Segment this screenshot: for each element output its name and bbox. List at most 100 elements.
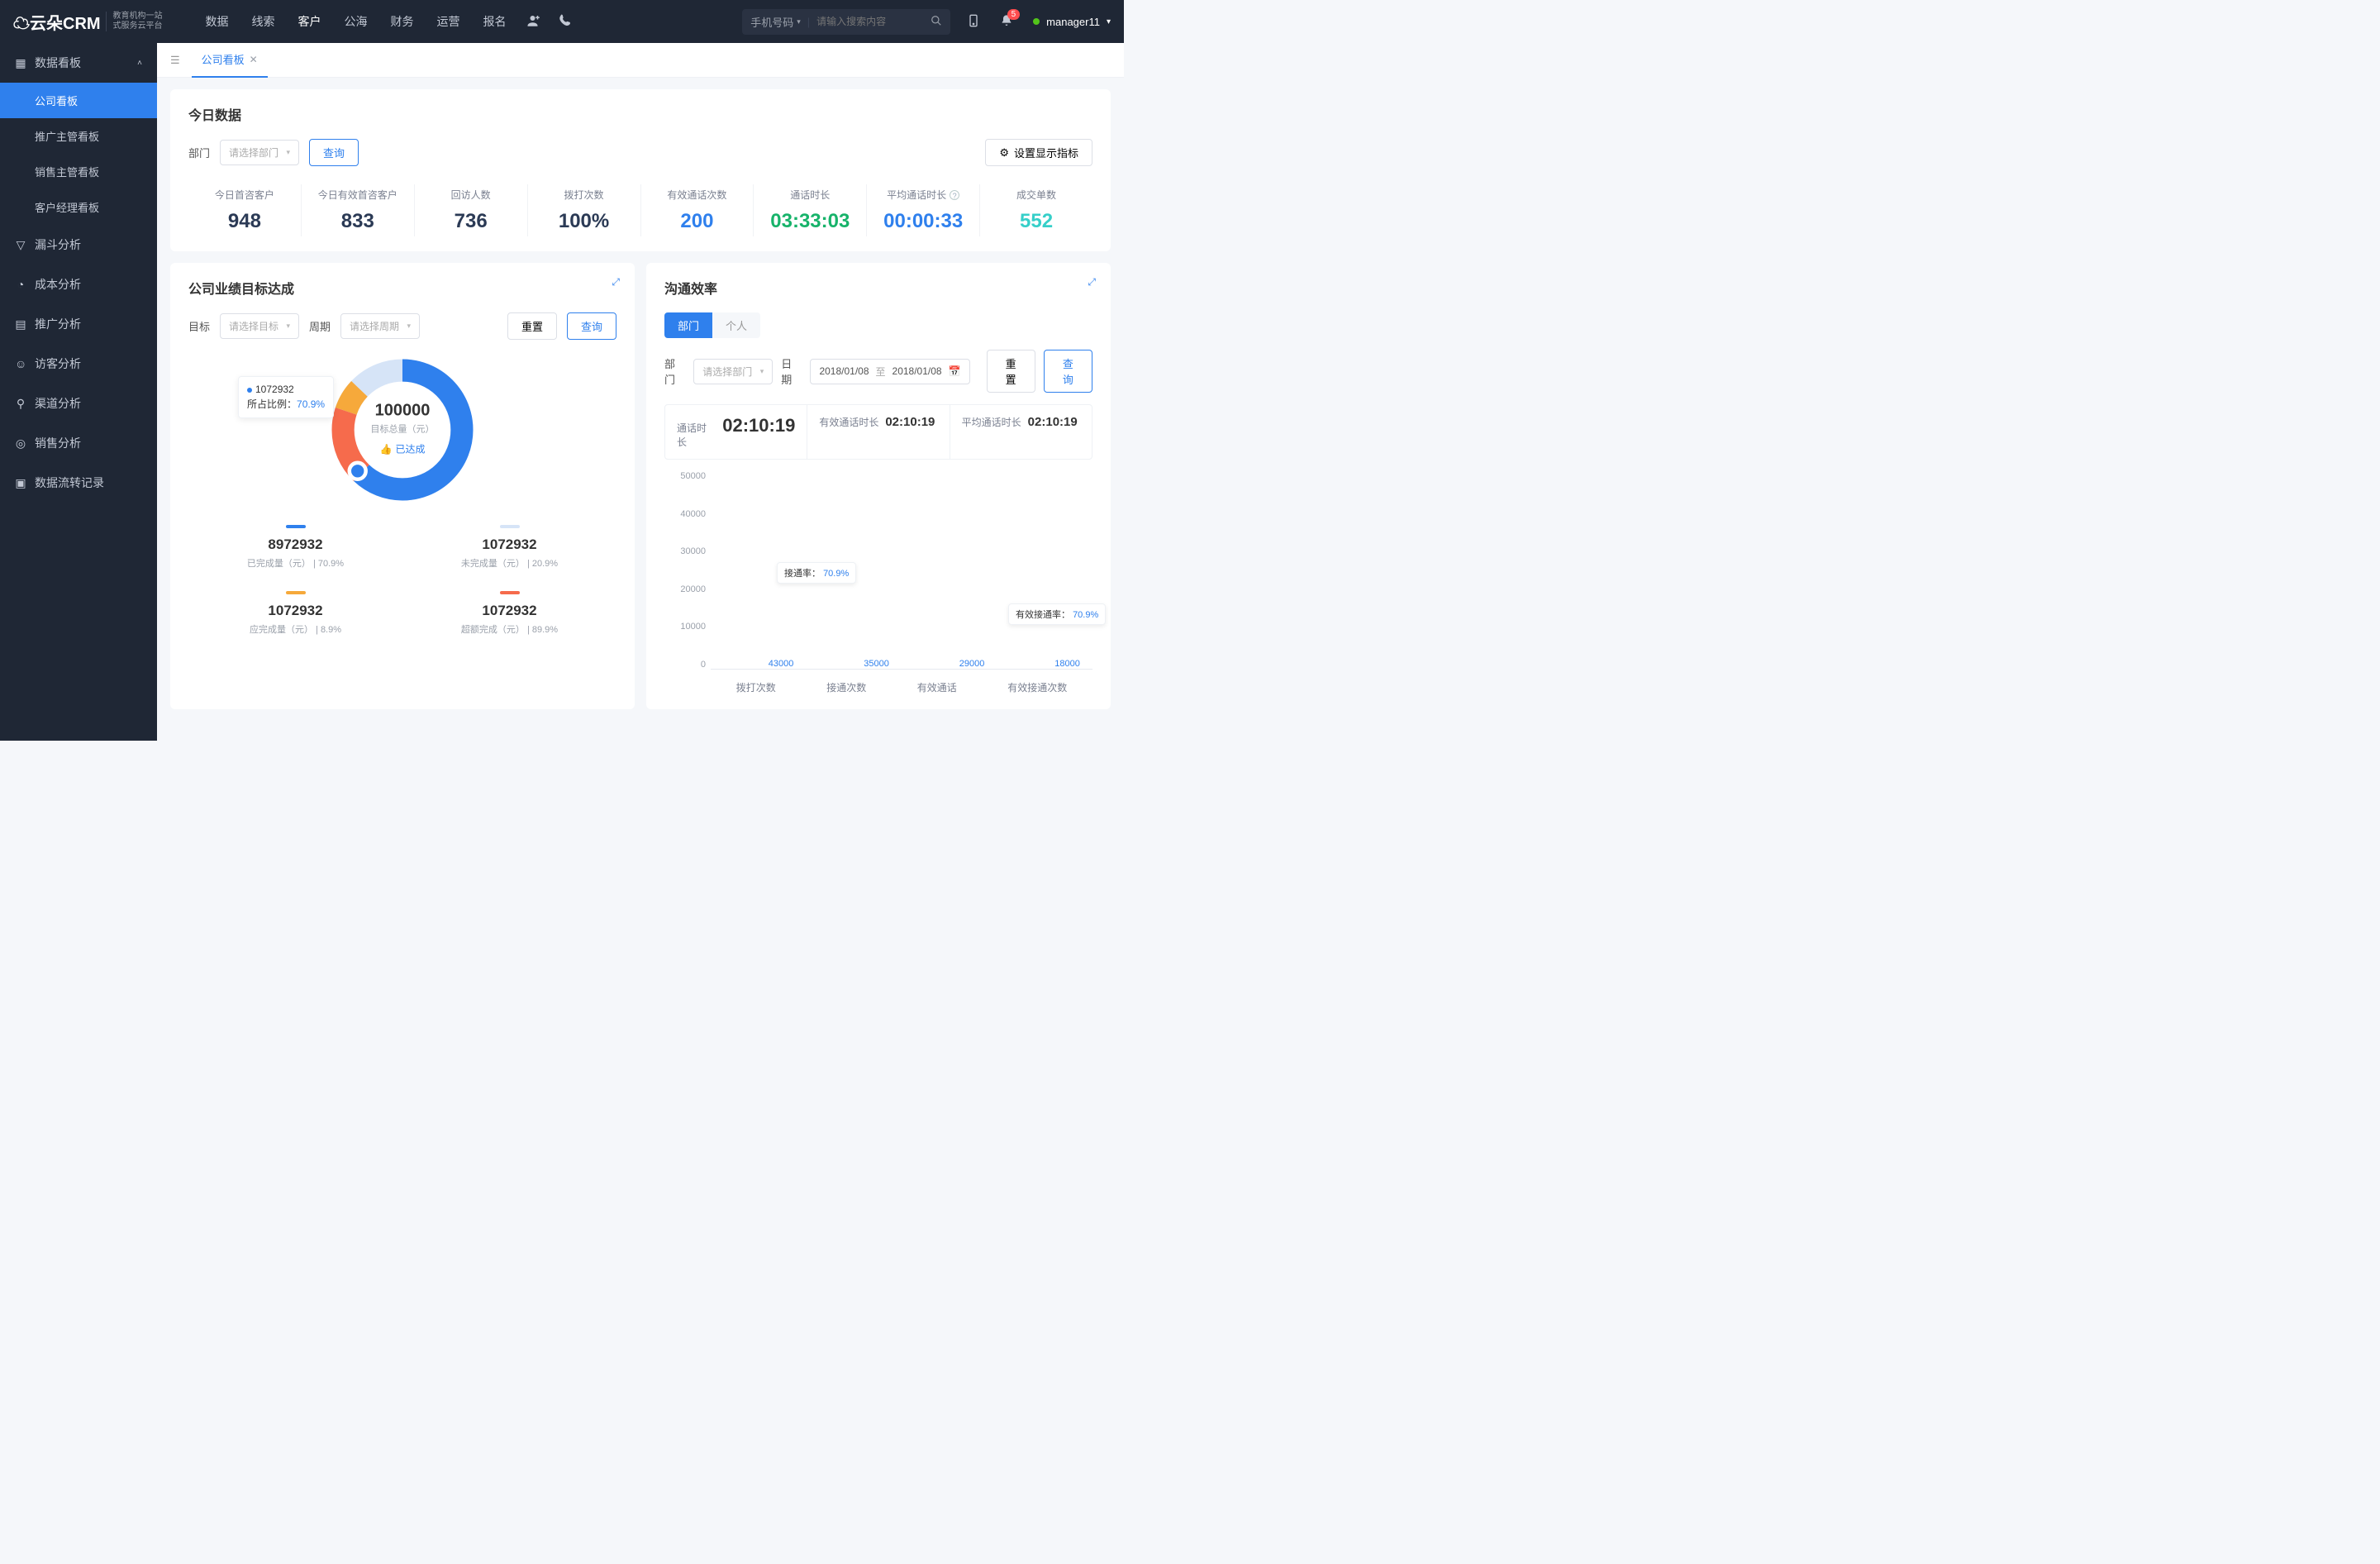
sidebar-item[interactable]: ▣数据流转记录 xyxy=(0,463,157,503)
metric: 成交单数552 xyxy=(980,184,1092,236)
help-icon[interactable]: ? xyxy=(950,190,959,200)
bar-chart: 50000400003000020000100000 接通率： 70.9% 有效… xyxy=(664,471,1092,694)
metric: 平均通话时长 ?00:00:33 xyxy=(867,184,980,236)
user-menu[interactable]: manager11 ▾ xyxy=(1033,16,1111,28)
target-reset-button[interactable]: 重置 xyxy=(507,312,557,340)
top-nav-item[interactable]: 数据 xyxy=(206,13,229,30)
sidebar-icon: ⚲ xyxy=(15,397,26,411)
mobile-icon[interactable] xyxy=(967,14,980,30)
search-input[interactable] xyxy=(816,16,924,27)
sidebar-icon: ▤ xyxy=(15,317,26,331)
metric: 拨打次数100% xyxy=(528,184,641,236)
sidebar-group-dashboard[interactable]: ▦ 数据看板 ˄ xyxy=(0,43,157,83)
main-content: ☰ 公司看板 ✕ 今日数据 部门 请选择部门▾ 查询 xyxy=(157,43,1124,741)
status-dot-icon xyxy=(1033,18,1040,25)
eff-dept-select[interactable]: 请选择部门▾ xyxy=(693,359,773,384)
settings-indicators-button[interactable]: ⚙ 设置显示指标 xyxy=(985,139,1092,166)
sidebar-item[interactable]: ⚲渠道分析 xyxy=(0,384,157,423)
phone-icon[interactable] xyxy=(558,13,573,31)
sidebar-sub-item[interactable]: 公司看板 xyxy=(0,83,157,118)
top-nav-item[interactable]: 财务 xyxy=(391,13,414,30)
expand-icon[interactable]: ⤢ xyxy=(612,276,620,288)
donut-tooltip: 1072932 所占比例：70.9% xyxy=(238,376,334,418)
metric: 有效通话次数200 xyxy=(641,184,754,236)
eff-title: 沟通效率 xyxy=(664,278,1092,298)
metric: 通话时长03:33:03 xyxy=(754,184,867,236)
dept-label: 部门 xyxy=(188,145,210,160)
top-nav-item[interactable]: 报名 xyxy=(483,13,507,30)
search-type-select[interactable]: 手机号码▾ xyxy=(750,14,801,30)
sidebar-icon: ▽ xyxy=(15,238,26,252)
expand-icon[interactable]: ⤢ xyxy=(1088,276,1096,288)
sidebar-icon: ☺ xyxy=(15,357,26,370)
today-title: 今日数据 xyxy=(188,104,1092,124)
search-icon[interactable] xyxy=(931,15,942,29)
valid-connect-rate-tooltip: 有效接通率： 70.9% xyxy=(1008,603,1106,625)
target-title: 公司业绩目标达成 xyxy=(188,278,616,298)
notification-bell[interactable]: 5 xyxy=(1000,14,1013,30)
stat-cell: 1072932超额完成（元） | 89.9% xyxy=(402,581,616,647)
gear-icon: ⚙ xyxy=(999,146,1009,160)
x-axis-label: 接通次数 xyxy=(826,680,866,694)
top-nav-item[interactable]: 运营 xyxy=(437,13,460,30)
stat-cell: 1072932应完成量（元） | 8.9% xyxy=(188,581,402,647)
chevron-down-icon: ▾ xyxy=(1107,17,1111,26)
x-axis-label: 有效接通次数 xyxy=(1007,680,1067,694)
search-box: 手机号码▾ | xyxy=(742,9,950,35)
sidebar-sub-item[interactable]: 销售主管看板 xyxy=(0,154,157,189)
chevron-up-icon: ˄ xyxy=(137,59,142,68)
sidebar-item[interactable]: ◔成本分析 xyxy=(0,265,157,304)
x-axis-label: 拨打次数 xyxy=(736,680,776,694)
today-card: 今日数据 部门 请选择部门▾ 查询 ⚙ 设置显示指标 今日首咨客户948今日有效… xyxy=(170,89,1111,251)
thumbs-up-icon: 👍 xyxy=(380,443,393,455)
metric: 今日首咨客户948 xyxy=(188,184,302,236)
tabs-menu-icon[interactable]: ☰ xyxy=(170,54,180,67)
eff-tab[interactable]: 个人 xyxy=(712,312,760,338)
sidebar-sub-item[interactable]: 推广主管看板 xyxy=(0,118,157,154)
metric: 今日有效首咨客户833 xyxy=(302,184,415,236)
top-nav: 数据 线索 客户 公海 财务 运营 报名 xyxy=(206,13,507,30)
eff-header-cell: 平均通话时长02:10:19 xyxy=(950,405,1092,459)
goal-select[interactable]: 请选择目标▾ xyxy=(220,313,299,339)
top-header: ☁云朵CRM 教育机构一站式服务云平台 数据 线索 客户 公海 财务 运营 报名 手机号码▾… xyxy=(0,0,1124,43)
connect-rate-tooltip: 接通率： 70.9% xyxy=(777,562,856,584)
date-range-input[interactable]: 2018/01/08 至 2018/01/08 📅 xyxy=(810,359,969,384)
tab-close-icon[interactable]: ✕ xyxy=(250,54,258,65)
efficiency-panel: ⤢ 沟通效率 部门个人 部门 请选择部门▾ 日期 2018/01/08 至 20… xyxy=(646,263,1111,709)
top-nav-item[interactable]: 公海 xyxy=(345,13,368,30)
tabs-bar: ☰ 公司看板 ✕ xyxy=(157,43,1124,78)
today-query-button[interactable]: 查询 xyxy=(309,139,359,166)
period-select[interactable]: 请选择周期▾ xyxy=(340,313,420,339)
target-panel: ⤢ 公司业绩目标达成 目标 请选择目标▾ 周期 请选择周期▾ 重置 查询 107… xyxy=(170,263,635,709)
x-axis-label: 有效通话 xyxy=(917,680,957,694)
donut-chart: 1072932 所占比例：70.9% 100000 目标总量（ xyxy=(188,351,616,508)
achieved-tag: 👍 已达成 xyxy=(380,442,426,456)
top-nav-item[interactable]: 线索 xyxy=(252,13,275,30)
sidebar-icon: ◔ xyxy=(15,278,26,291)
dept-select[interactable]: 请选择部门▾ xyxy=(220,140,299,165)
eff-query-button[interactable]: 查询 xyxy=(1044,350,1092,393)
stat-cell: 8972932已完成量（元） | 70.9% xyxy=(188,515,402,581)
sidebar-item[interactable]: ▽漏斗分析 xyxy=(0,225,157,265)
dashboard-icon: ▦ xyxy=(15,56,26,70)
calendar-icon: 📅 xyxy=(949,365,961,377)
sidebar-item[interactable]: ☺访客分析 xyxy=(0,344,157,384)
logo[interactable]: ☁云朵CRM 教育机构一站式服务云平台 xyxy=(13,10,163,34)
eff-header-cell: 有效通话时长02:10:19 xyxy=(807,405,950,459)
top-nav-item[interactable]: 客户 xyxy=(298,13,321,30)
notification-count: 5 xyxy=(1007,9,1021,20)
sidebar: ▦ 数据看板 ˄ 公司看板推广主管看板销售主管看板客户经理看板 ▽漏斗分析◔成本… xyxy=(0,43,157,741)
sidebar-icon: ▣ xyxy=(15,476,26,490)
sidebar-icon: ◎ xyxy=(15,436,26,451)
eff-reset-button[interactable]: 重置 xyxy=(987,350,1035,393)
stat-cell: 1072932未完成量（元） | 20.9% xyxy=(402,515,616,581)
logo-subtitle: 教育机构一站式服务云平台 xyxy=(106,12,163,31)
tab-company-dashboard[interactable]: 公司看板 ✕ xyxy=(192,43,268,78)
sidebar-item[interactable]: ◎销售分析 xyxy=(0,423,157,463)
add-user-icon[interactable] xyxy=(526,13,541,31)
target-query-button[interactable]: 查询 xyxy=(567,312,616,340)
sidebar-item[interactable]: ▤推广分析 xyxy=(0,304,157,344)
sidebar-sub-item[interactable]: 客户经理看板 xyxy=(0,189,157,225)
username: manager11 xyxy=(1046,16,1100,28)
eff-tab[interactable]: 部门 xyxy=(664,312,712,338)
